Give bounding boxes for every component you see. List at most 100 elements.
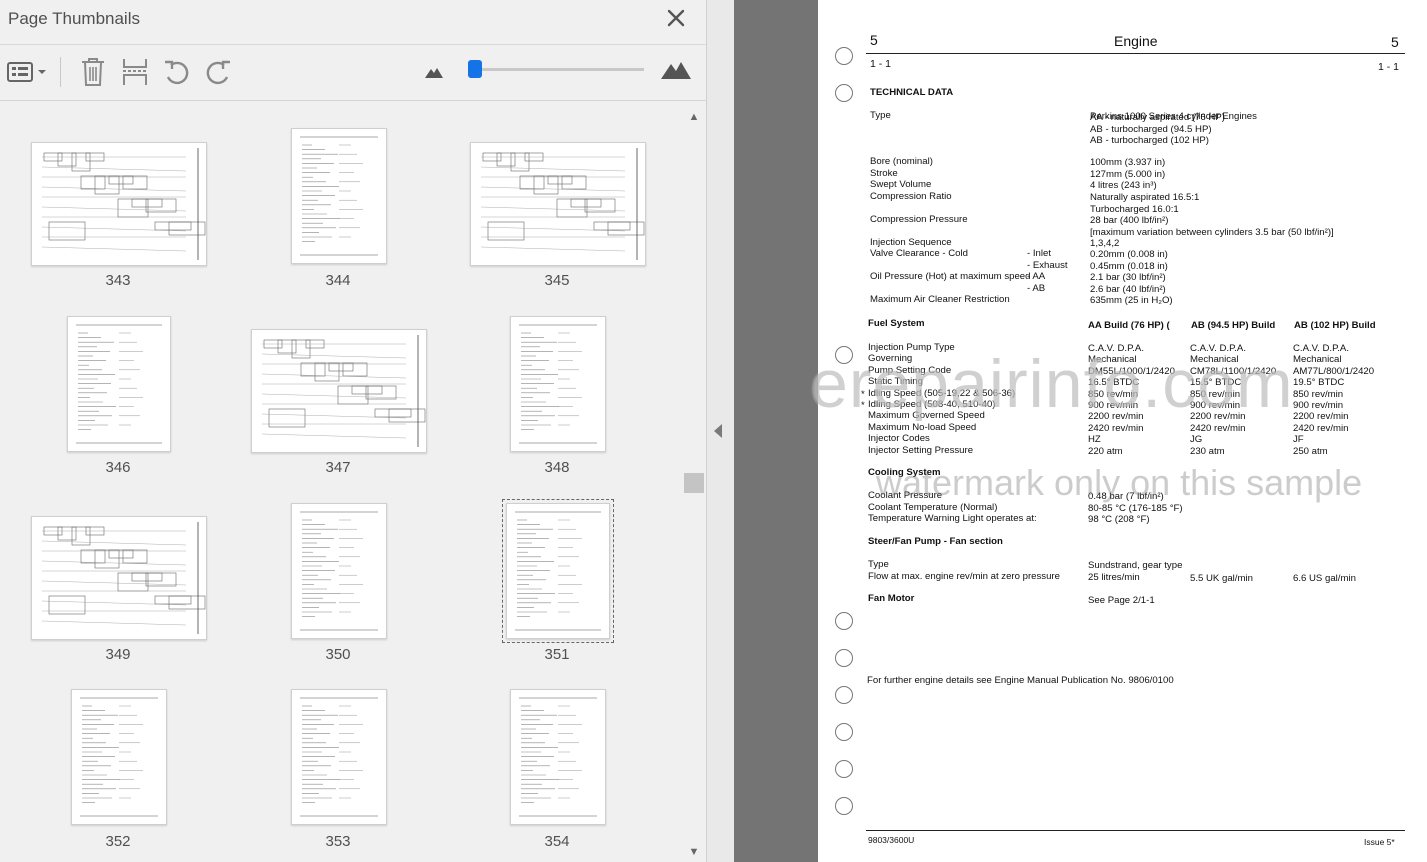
fuel-col-ab-102: AB (102 HP) Build <box>1294 320 1376 331</box>
footer-rule <box>866 830 1405 831</box>
page-thumbnail[interactable] <box>67 316 171 452</box>
fuel-value: 19.5° BTDC <box>1293 377 1345 389</box>
scroll-up-arrow-icon[interactable]: ▲ <box>688 111 700 123</box>
section-number-right: 5 <box>1391 34 1399 50</box>
page-number-label: 346 <box>105 459 131 476</box>
tech-value: 2.1 bar (30 lbf/in²) <box>1090 272 1166 283</box>
extract-pages-icon[interactable] <box>122 57 148 87</box>
mountain-small-icon[interactable] <box>425 66 443 78</box>
tech-value: [maximum variation between cylinders 3.5… <box>1090 227 1334 238</box>
thumbnail-preview <box>519 324 597 444</box>
fuel-label: Maximum No-load Speed <box>868 421 977 433</box>
thumbnail-preview <box>41 522 206 634</box>
footer-publication: 9803/3600U <box>868 835 915 845</box>
page-number-label: 350 <box>325 646 351 663</box>
page-thumbnail[interactable] <box>510 316 606 452</box>
fuel-label: Injector Setting Pressure <box>868 444 974 456</box>
binder-hole <box>835 797 853 815</box>
page-thumbnail[interactable] <box>291 503 387 639</box>
fuel-value: 220 atm <box>1088 445 1123 457</box>
page-thumbnail[interactable] <box>71 689 167 825</box>
tech-value: 28 bar (400 lbf/in²) <box>1090 215 1169 226</box>
tech-label: Valve Clearance - Cold <box>870 248 968 259</box>
fuel-value: C.A.V. D.P.A. <box>1293 343 1349 354</box>
tech-value: AB - turbocharged (102 HP) <box>1090 135 1209 146</box>
thumbnail-preview <box>76 324 162 444</box>
thumbnails-scrollbar[interactable]: ▲ ▼ <box>684 101 704 862</box>
thumbnail-preview <box>519 697 597 817</box>
tech-value: 2.6 bar (40 lbf/in²) <box>1090 284 1166 295</box>
panel-header: Page Thumbnails <box>0 0 706 45</box>
fuel-value: 2420 rev/min <box>1088 422 1144 434</box>
binder-hole <box>835 723 853 741</box>
page-number-label: 353 <box>325 833 351 850</box>
page-thumbnail[interactable] <box>31 516 207 640</box>
page-number-right: 1 - 1 <box>1378 61 1400 73</box>
tech-value: 4 litres (243 in³) <box>1090 180 1157 191</box>
fuel-value: 900 rev/min <box>1293 400 1344 411</box>
trash-icon[interactable] <box>80 57 106 87</box>
page-thumbnail[interactable] <box>291 128 387 264</box>
steer-fan-heading: Steer/Fan Pump - Fan section <box>868 536 1003 547</box>
binder-hole <box>835 47 853 65</box>
thumbnail-preview <box>300 511 378 631</box>
binder-hole <box>835 84 853 102</box>
scrollbar-thumb[interactable] <box>684 473 704 493</box>
page-thumbnail[interactable] <box>502 499 614 643</box>
page-number-label: 351 <box>544 646 570 663</box>
zoom-slider-thumb[interactable] <box>468 60 482 78</box>
tech-label: Compression Ratio <box>870 191 952 202</box>
tech-value: 1,3,4,2 <box>1090 238 1120 249</box>
page-number-label: 344 <box>325 272 351 289</box>
page-number-label: 354 <box>544 833 570 850</box>
scroll-down-arrow-icon[interactable]: ▼ <box>688 846 700 858</box>
tech-value: 0.20mm (0.008 in) <box>1090 249 1168 260</box>
fuel-value: 2200 rev/min <box>1293 411 1349 423</box>
tech-label: Oil Pressure (Hot) at maximum speed <box>870 271 1031 282</box>
binder-hole <box>835 760 853 778</box>
zoom-slider-track[interactable] <box>472 68 644 71</box>
steer-type-value: Sundstrand, gear type <box>1088 560 1183 571</box>
tech-sublabel: - AB <box>1027 283 1046 294</box>
tech-label: Compression Pressure <box>870 214 968 225</box>
thumbnail-preview <box>80 697 158 817</box>
collapse-panel-icon[interactable] <box>714 424 722 438</box>
page-thumbnail[interactable] <box>510 689 606 825</box>
binder-hole <box>835 612 853 630</box>
tech-sublabel: - Exhaust <box>1027 260 1068 271</box>
rotate-cw-icon[interactable] <box>204 59 232 85</box>
page-number-label: 343 <box>105 272 131 289</box>
thumbnail-preview <box>515 511 601 631</box>
header-rule <box>866 53 1405 54</box>
page-number-label: 349 <box>105 646 131 663</box>
tech-sublabel: - Inlet <box>1027 248 1051 259</box>
close-icon[interactable] <box>664 6 688 30</box>
footer-issue: Issue 5* <box>1364 837 1395 847</box>
thumbnail-preview <box>480 148 645 260</box>
rotate-ccw-icon[interactable] <box>163 59 191 85</box>
thumbnails-grid: 343 344 345 346 347 348 349 350 351 352 353 354 <box>0 101 684 862</box>
tech-value: Naturally aspirated 16.5:1 <box>1090 192 1200 203</box>
thumbnail-preview <box>261 335 426 447</box>
page-thumbnail[interactable] <box>470 142 646 266</box>
mountain-large-icon[interactable] <box>661 60 691 79</box>
section-number-left: 5 <box>870 32 878 48</box>
section-title: Engine <box>1114 33 1158 49</box>
page-thumbnail[interactable] <box>291 689 387 825</box>
fuel-value: 2420 rev/min <box>1190 422 1246 434</box>
fuel-value: HZ <box>1088 434 1101 446</box>
tech-label: Type <box>870 110 891 121</box>
fuel-label: Injector Codes <box>868 433 930 445</box>
list-options-icon[interactable] <box>7 61 49 83</box>
page-thumbnail[interactable] <box>31 142 207 266</box>
fuel-value: 2420 rev/min <box>1293 422 1349 434</box>
page-thumbnail[interactable] <box>251 329 427 453</box>
tech-label: Swept Volume <box>870 179 932 190</box>
fuel-value: AM77L/800/1/2420 <box>1293 365 1375 377</box>
document-page: 5 Engine 5 1 - 1 1 - 1 TECHNICAL DATA Ty… <box>818 0 1427 862</box>
tech-label: Stroke <box>870 168 898 179</box>
cooling-value: 98 °C (208 °F) <box>1088 514 1150 525</box>
tech-label: Injection Sequence <box>870 237 952 248</box>
fuel-col-ab-94: AB (94.5 HP) Build <box>1191 320 1276 331</box>
steer-flow-uk: 5.5 UK gal/min <box>1190 573 1253 584</box>
